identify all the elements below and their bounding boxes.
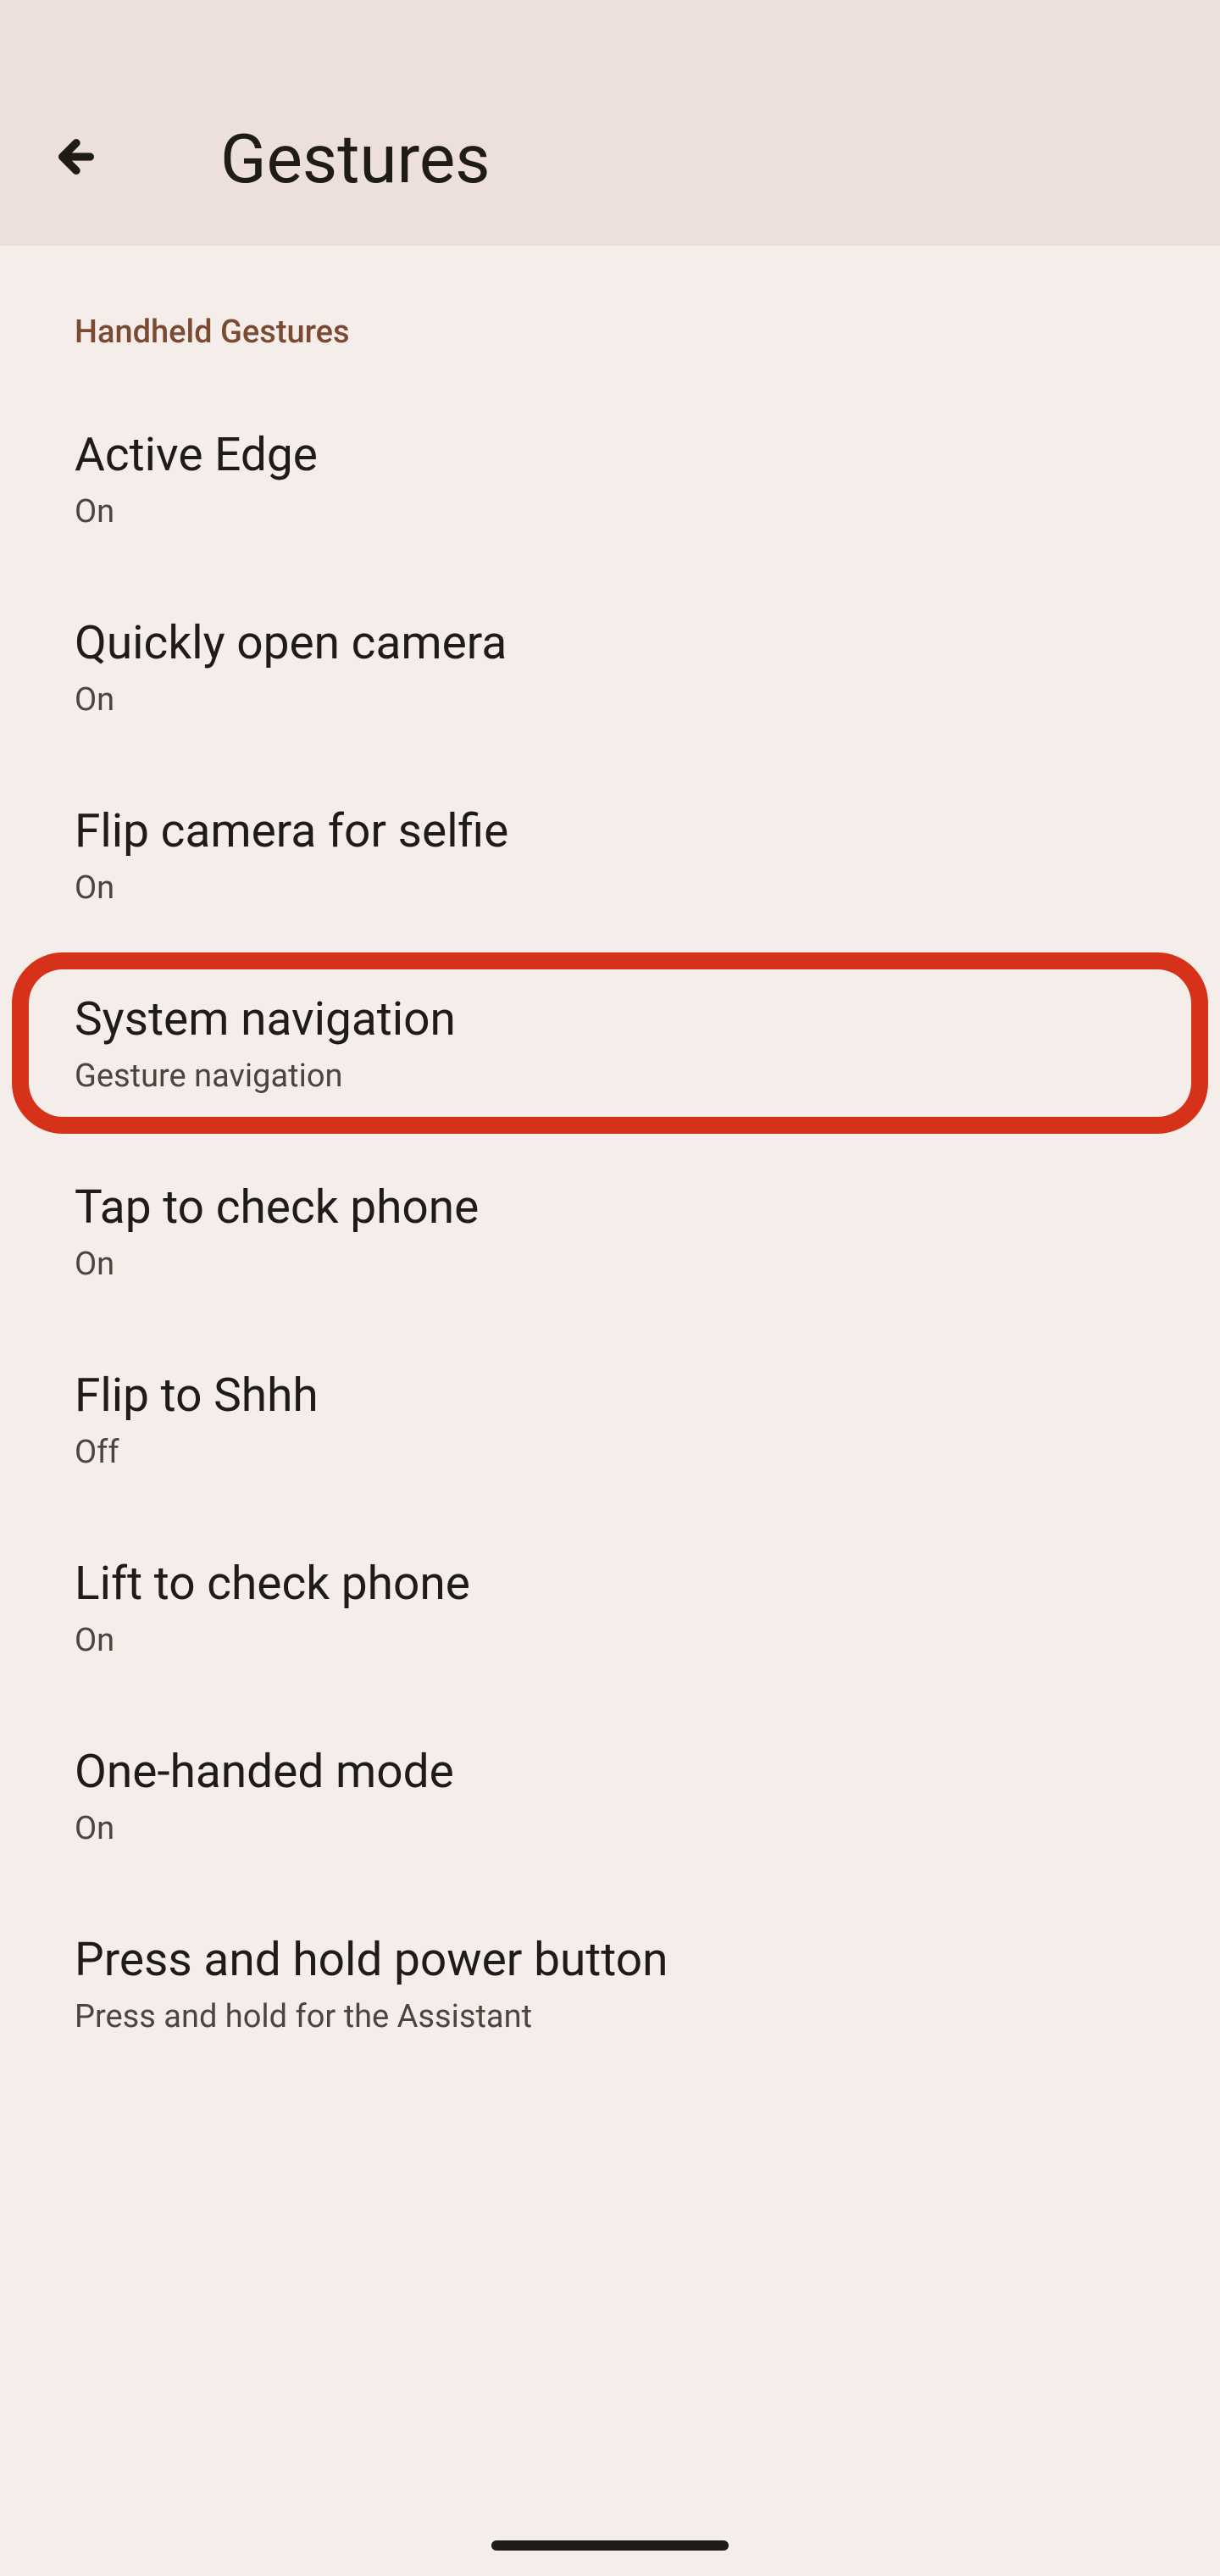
item-title: Lift to check phone	[75, 1556, 1145, 1612]
page-title: Gestures	[220, 119, 491, 199]
back-button[interactable]	[34, 114, 119, 199]
settings-item-flip-camera-for-selfie[interactable]: Flip camera for selfie On	[0, 761, 1220, 949]
settings-item-tap-to-check-phone[interactable]: Tap to check phone On	[0, 1137, 1220, 1325]
item-subtitle: Gesture navigation	[75, 1058, 1145, 1095]
settings-item-one-handed-mode[interactable]: One-handed mode On	[0, 1702, 1220, 1890]
item-title: Tap to check phone	[75, 1180, 1145, 1235]
back-arrow-icon	[53, 133, 100, 180]
item-subtitle: Press and hold for the Assistant	[75, 1998, 1145, 2035]
settings-item-flip-to-shhh[interactable]: Flip to Shhh Off	[0, 1325, 1220, 1513]
settings-item-active-edge[interactable]: Active Edge On	[0, 385, 1220, 573]
item-subtitle: On	[75, 869, 1145, 907]
item-subtitle: On	[75, 1810, 1145, 1847]
settings-item-quickly-open-camera[interactable]: Quickly open camera On	[0, 573, 1220, 761]
item-subtitle: Off	[75, 1434, 1145, 1471]
item-title: System navigation	[75, 991, 1145, 1047]
item-title: Flip to Shhh	[75, 1368, 1145, 1424]
item-subtitle: On	[75, 681, 1145, 719]
item-title: Active Edge	[75, 427, 1145, 483]
gesture-nav-handle[interactable]	[491, 2540, 729, 2551]
item-title: Press and hold power button	[75, 1932, 1145, 1988]
section-header: Handheld Gestures	[0, 263, 1220, 385]
settings-list: Handheld Gestures Active EdgeOnQuickly o…	[0, 246, 1220, 2078]
settings-item-system-navigation[interactable]: System navigation Gesture navigation	[17, 958, 1203, 1129]
item-title: One-handed mode	[75, 1744, 1145, 1800]
item-title: Quickly open camera	[75, 615, 1145, 671]
item-title: Flip camera for selfie	[75, 803, 1145, 859]
item-subtitle: On	[75, 1246, 1145, 1283]
settings-item-press-and-hold-power-button[interactable]: Press and hold power button Press and hol…	[0, 1890, 1220, 2078]
item-subtitle: On	[75, 493, 1145, 530]
item-subtitle: On	[75, 1622, 1145, 1659]
settings-item-lift-to-check-phone[interactable]: Lift to check phone On	[0, 1513, 1220, 1702]
app-header: Gestures	[0, 0, 1220, 246]
